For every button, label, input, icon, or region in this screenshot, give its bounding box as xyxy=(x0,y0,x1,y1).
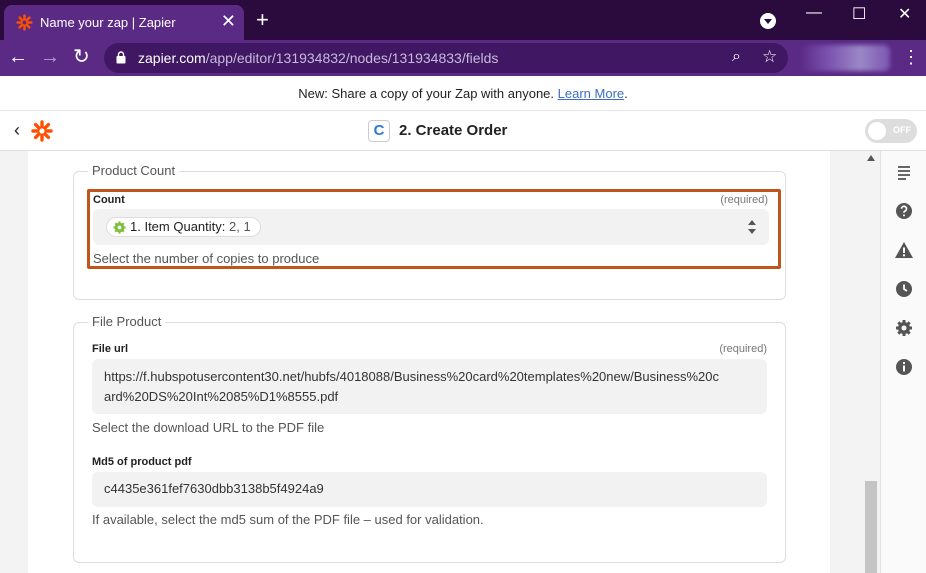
item-quantity-pill[interactable]: 1. Item Quantity: 2, 1 xyxy=(106,217,261,237)
product-count-section: Product Count Count (required) 1. Item Q… xyxy=(73,163,786,300)
browser-titlebar: Name your zap | Zapier ✕ + — ☐ ✕ xyxy=(0,0,926,40)
tab-title: Name your zap | Zapier xyxy=(40,15,176,30)
url-host: zapier.com xyxy=(138,50,206,66)
select-arrows-icon[interactable] xyxy=(747,219,757,235)
md5-help: If available, select the md5 sum of the … xyxy=(92,512,484,527)
star-icon[interactable]: ☆ xyxy=(762,47,777,67)
file-url-line-1: https://f.hubspotusercontent30.net/hubfs… xyxy=(104,369,720,384)
browser-tab[interactable]: Name your zap | Zapier ✕ xyxy=(4,5,244,40)
settings-icon[interactable] xyxy=(893,317,915,339)
count-field-highlight: Count (required) 1. Item Quantity: 2, 1 xyxy=(87,189,781,269)
section-legend: Product Count xyxy=(88,163,180,178)
step-title[interactable]: 2. Create Order xyxy=(399,122,507,139)
toggle-label: OFF xyxy=(893,125,911,135)
file-url-label: File url xyxy=(92,343,129,355)
scrollbar[interactable] xyxy=(862,151,880,573)
count-help: Select the number of copies to produce xyxy=(93,251,320,266)
md5-input[interactable]: c4435e361fef7630dbb3138b5f4924a9 xyxy=(92,472,767,507)
forward-arrow-icon[interactable]: → xyxy=(40,46,60,68)
close-window-button[interactable]: ✕ xyxy=(898,4,911,24)
editor-content: Product Count Count (required) 1. Item Q… xyxy=(0,151,926,573)
fields-panel: Product Count Count (required) 1. Item Q… xyxy=(28,151,830,573)
address-bar[interactable]: zapier.com/app/editor/131934832/nodes/13… xyxy=(104,43,788,73)
pill-name: 1. Item Quantity: xyxy=(130,219,226,234)
help-icon[interactable] xyxy=(893,200,915,222)
toggle-knob xyxy=(868,122,886,140)
announcement-bar: New: Share a copy of your Zap with anyon… xyxy=(0,76,926,111)
count-required: (required) xyxy=(720,194,768,206)
section-legend: File Product xyxy=(88,314,166,329)
lock-icon xyxy=(116,51,126,64)
file-product-section: File Product File url (required) https:/… xyxy=(73,314,786,563)
info-icon[interactable] xyxy=(893,356,915,378)
announcement-text: New: Share a copy of your Zap with anyon… xyxy=(298,86,555,101)
minimize-button[interactable]: — xyxy=(806,4,822,22)
file-url-help: Select the download URL to the PDF file xyxy=(92,420,325,435)
file-url-required: (required) xyxy=(719,343,767,355)
history-icon[interactable] xyxy=(893,278,915,300)
count-select[interactable]: 1. Item Quantity: 2, 1 xyxy=(93,209,769,245)
menu-dots-icon[interactable]: ⋮ xyxy=(902,48,920,66)
zoom-icon[interactable]: ⌕ xyxy=(732,48,741,66)
url-text: zapier.com/app/editor/131934832/nodes/13… xyxy=(138,50,498,66)
details-icon[interactable] xyxy=(893,161,915,183)
new-tab-button[interactable]: + xyxy=(256,9,269,31)
file-url-line-2: ard%20DS%20Int%2085%D1%8555.pdf xyxy=(104,389,339,404)
zapier-logo-icon[interactable] xyxy=(31,120,53,142)
learn-more-link[interactable]: Learn More xyxy=(558,86,624,101)
announcement-suffix: . xyxy=(624,86,628,101)
alert-icon[interactable] xyxy=(893,239,915,261)
right-tool-sidebar xyxy=(880,151,926,573)
gear-icon xyxy=(113,221,126,234)
scroll-thumb[interactable] xyxy=(865,481,877,573)
md5-label: Md5 of product pdf xyxy=(92,456,192,468)
file-url-input[interactable]: https://f.hubspotusercontent30.net/hubfs… xyxy=(92,359,767,414)
zap-on-off-toggle[interactable]: OFF xyxy=(865,119,917,143)
back-arrow-icon[interactable]: ← xyxy=(8,46,28,68)
scroll-up-arrow-icon[interactable] xyxy=(867,155,875,161)
maximize-button[interactable]: ☐ xyxy=(852,4,866,24)
extensions-area[interactable] xyxy=(800,45,890,71)
tab-close-icon[interactable]: ✕ xyxy=(221,11,236,31)
profile-menu-icon[interactable] xyxy=(760,13,776,29)
app-step-icon: C xyxy=(368,120,390,142)
url-path: /app/editor/131934832/nodes/131934833/fi… xyxy=(205,50,499,66)
back-chevron-icon[interactable]: ‹ xyxy=(14,120,20,141)
reload-icon[interactable]: ↻ xyxy=(73,46,90,68)
browser-toolbar: ← → ↻ zapier.com/app/editor/131934832/no… xyxy=(0,40,926,76)
editor-header: ‹ C 2. Create Order OFF xyxy=(0,111,926,151)
count-label: Count xyxy=(93,194,125,206)
zapier-favicon-icon xyxy=(16,14,33,31)
pill-values: 2, 1 xyxy=(229,219,251,234)
md5-value: c4435e361fef7630dbb3138b5f4924a9 xyxy=(104,481,324,496)
